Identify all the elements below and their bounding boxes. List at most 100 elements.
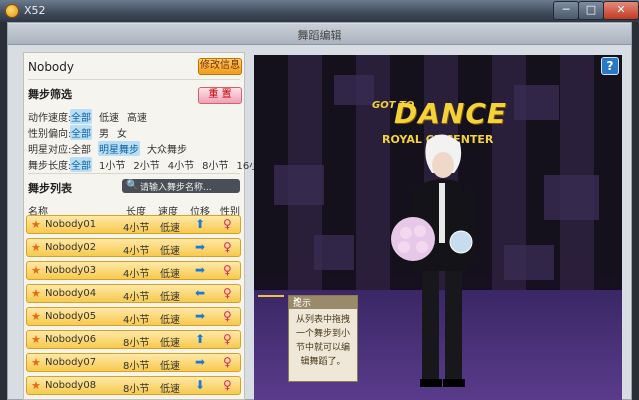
female-icon: ♀ xyxy=(223,355,232,369)
step-name: Nobody01 xyxy=(45,219,97,230)
filter-row-label: 明星对应: xyxy=(28,145,72,156)
female-icon: ♀ xyxy=(223,263,232,277)
step-speed: 低速 xyxy=(160,315,180,326)
filter-option[interactable]: 全部 xyxy=(70,109,92,124)
star-icon: ★ xyxy=(31,287,41,300)
stage-light xyxy=(504,245,554,280)
step-speed: 低速 xyxy=(160,338,180,349)
search-icon: 🔍 xyxy=(126,180,139,191)
app-icon xyxy=(5,4,19,18)
timeline-bracket xyxy=(258,295,284,400)
filter-option[interactable]: 全部 xyxy=(70,157,92,172)
step-name: Nobody02 xyxy=(45,242,97,253)
step-name: Nobody05 xyxy=(45,311,97,322)
filter-option[interactable]: 男 xyxy=(98,125,110,140)
maximize-button[interactable]: □ xyxy=(578,1,604,20)
help-button[interactable]: ? xyxy=(601,57,619,75)
step-name: Nobody07 xyxy=(45,357,97,368)
list-item[interactable]: ★ Nobody06 8小节 低速 ⬆ ♀ xyxy=(26,330,241,349)
filter-row: 动作速度:全部 低速 高速 xyxy=(28,109,154,124)
step-name: Nobody08 xyxy=(45,380,97,391)
star-icon: ★ xyxy=(31,310,41,323)
step-length: 4小节 xyxy=(123,292,150,303)
step-length: 4小节 xyxy=(123,223,150,234)
female-icon: ♀ xyxy=(223,240,232,254)
stage-light xyxy=(544,175,599,220)
step-name: Nobody04 xyxy=(45,288,97,299)
hint-box: 提示 ✕ 从列表中拖拽一个舞步到小节中就可以编辑舞蹈了。 xyxy=(288,295,358,382)
filter-row-label: 舞步长度: xyxy=(28,161,72,172)
list-item[interactable]: ★ Nobody02 4小节 低速 ➡ ♀ xyxy=(26,238,241,257)
filter-option[interactable]: 8小节 xyxy=(201,157,229,172)
step-length: 4小节 xyxy=(123,246,150,257)
step-length: 8小节 xyxy=(123,338,150,349)
direction-up-icon: ⬆ xyxy=(195,217,206,231)
filter-option[interactable]: 4小节 xyxy=(167,157,195,172)
star-icon: ★ xyxy=(31,264,41,277)
step-speed: 低速 xyxy=(160,292,180,303)
search-placeholder: 请输入舞步名称... xyxy=(140,183,212,193)
list-item[interactable]: ★ Nobody04 4小节 低速 ⬅ ♀ xyxy=(26,284,241,303)
reset-button[interactable]: 重 置 xyxy=(198,87,242,104)
divider xyxy=(28,79,240,80)
star-icon: ★ xyxy=(31,241,41,254)
nickname: Nobody xyxy=(28,60,74,74)
list-item[interactable]: ★ Nobody01 4小节 低速 ⬆ ♀ xyxy=(26,215,241,234)
step-speed: 低速 xyxy=(160,223,180,234)
female-icon: ♀ xyxy=(223,286,232,300)
filter-option[interactable]: 2小节 xyxy=(132,157,160,172)
close-button[interactable]: ✕ xyxy=(603,1,639,20)
step-speed: 低速 xyxy=(160,246,180,257)
star-icon: ★ xyxy=(31,333,41,346)
star-icon: ★ xyxy=(31,356,41,369)
step-speed: 低速 xyxy=(160,361,180,372)
filter-option[interactable]: 全部 xyxy=(70,141,92,156)
list-section-label: 舞步列表 xyxy=(28,182,72,195)
list-item[interactable]: ★ Nobody03 4小节 低速 ➡ ♀ xyxy=(26,261,241,280)
filter-option[interactable]: 全部 xyxy=(70,125,92,140)
filter-row: 明星对应:全部 明星舞步 大众舞步 xyxy=(28,141,194,156)
filter-row-label: 性别偏向: xyxy=(28,129,72,140)
filter-row: 舞步长度:全部 1小节 2小节 4小节 8小节 16小节 xyxy=(28,157,276,172)
star-icon: ★ xyxy=(31,379,41,392)
direction-right-icon: ➡ xyxy=(195,263,206,277)
step-length: 4小节 xyxy=(123,269,150,280)
list-item[interactable]: ★ Nobody08 8小节 低速 ⬇ ♀ xyxy=(26,376,241,395)
direction-right-icon: ➡ xyxy=(195,355,206,369)
direction-up-icon: ⬆ xyxy=(195,332,206,346)
search-input[interactable]: 🔍 请输入舞步名称... xyxy=(122,179,240,193)
window-titlebar: X52 ─ □ ✕ xyxy=(0,0,639,22)
filter-option[interactable]: 低速 xyxy=(98,109,120,124)
close-icon[interactable]: ✕ xyxy=(293,296,355,306)
step-speed: 低速 xyxy=(160,269,180,280)
direction-down-icon: ⬇ xyxy=(195,378,206,392)
list-item[interactable]: ★ Nobody07 8小节 低速 ➡ ♀ xyxy=(26,353,241,372)
window-title: X52 xyxy=(24,4,46,17)
flower-bouquet-icon xyxy=(391,217,435,261)
filter-option[interactable]: 女 xyxy=(116,125,128,140)
stage-light xyxy=(314,235,354,270)
minimize-button[interactable]: ─ xyxy=(553,1,579,20)
filter-panel: Nobody 修改信息 舞步筛选 重 置 动作速度:全部 低速 高速 性别偏向:全部男… xyxy=(23,52,269,400)
filter-row-label: 动作速度: xyxy=(28,113,72,124)
step-length: 8小节 xyxy=(123,384,150,395)
stage-preview: ? GOT TO DANCE ROYAL CE CENTER 提示 ✕ 从列表中… xyxy=(254,55,622,400)
female-icon: ♀ xyxy=(223,217,232,231)
direction-right-icon: ➡ xyxy=(195,240,206,254)
step-name: Nobody03 xyxy=(45,265,97,276)
filter-option[interactable]: 明星舞步 xyxy=(98,141,140,156)
filter-row: 性别偏向:全部男女 xyxy=(28,125,134,140)
hint-text: 从列表中拖拽一个舞步到小节中就可以编辑舞蹈了。 xyxy=(295,315,350,367)
female-icon: ♀ xyxy=(223,309,232,323)
dialog-title: 舞蹈编辑 xyxy=(297,29,342,42)
edit-info-button[interactable]: 修改信息 xyxy=(198,58,242,75)
step-name: Nobody06 xyxy=(45,334,97,345)
step-length: 4小节 xyxy=(123,315,150,326)
filter-option[interactable]: 大众舞步 xyxy=(146,141,188,156)
step-length: 8小节 xyxy=(123,361,150,372)
filter-section-label: 舞步筛选 xyxy=(28,88,72,101)
filter-option[interactable]: 高速 xyxy=(126,109,148,124)
filter-option[interactable]: 1小节 xyxy=(98,157,126,172)
list-item[interactable]: ★ Nobody05 4小节 低速 ➡ ♀ xyxy=(26,307,241,326)
hint-header: 提示 ✕ xyxy=(289,296,357,309)
